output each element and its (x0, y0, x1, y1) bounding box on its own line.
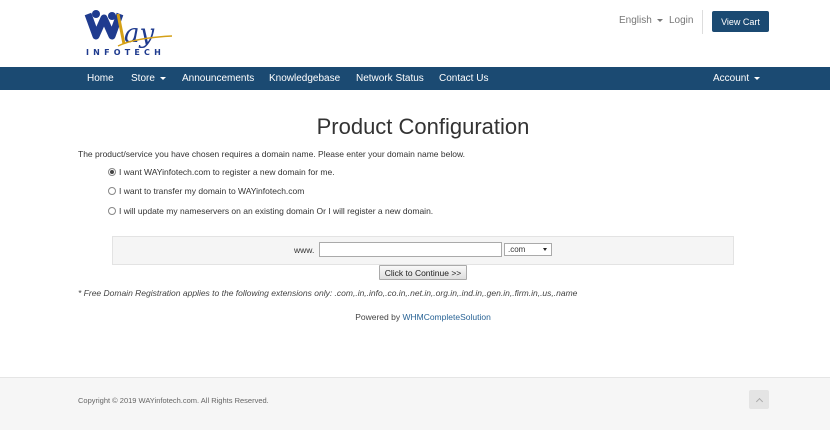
domain-input[interactable] (319, 242, 502, 257)
nav-home[interactable]: Home (87, 73, 114, 84)
nav-account-label: Account (713, 73, 750, 84)
svg-text:ay: ay (124, 19, 155, 49)
nav-knowledgebase[interactable]: Knowledgebase (269, 73, 340, 84)
language-label: English (619, 15, 652, 26)
radio-register[interactable] (108, 168, 116, 176)
radio-transfer[interactable] (108, 187, 116, 195)
free-domain-note: * Free Domain Registration applies to th… (78, 288, 578, 298)
nav-account[interactable]: Account (713, 73, 761, 84)
page-title: Product Configuration (316, 114, 530, 139)
copyright-text: Copyright © 2019 WAYinfotech.com. All Ri… (78, 396, 269, 405)
header-divider (702, 10, 703, 34)
chevron-down-icon (754, 76, 761, 80)
whmcs-link[interactable]: WHMCompleteSolution (402, 312, 490, 322)
option-transfer[interactable]: I want to transfer my domain to WAYinfot… (108, 186, 304, 196)
view-cart-button[interactable]: View Cart (712, 11, 769, 32)
main-navbar: Home Store Announcements Knowledgebase N… (0, 67, 830, 90)
continue-button[interactable]: Click to Continue >> (379, 265, 467, 280)
nav-store[interactable]: Store (131, 73, 166, 84)
intro-text: The product/service you have chosen requ… (78, 149, 465, 159)
option-nameservers-label: I will update my nameservers on an exist… (119, 206, 434, 216)
option-transfer-label: I want to transfer my domain to WAYinfot… (119, 186, 305, 196)
option-nameservers[interactable]: I will update my nameservers on an exist… (108, 206, 433, 216)
option-register[interactable]: I want WAYinfotech.com to register a new… (108, 167, 335, 177)
nav-announcements[interactable]: Announcements (182, 73, 254, 84)
chevron-up-icon (755, 397, 763, 405)
radio-nameservers[interactable] (108, 207, 116, 215)
powered-by-prefix: Powered by (355, 312, 401, 322)
back-to-top-button[interactable] (749, 390, 769, 409)
tld-select[interactable]: .com (504, 243, 552, 256)
nav-network-status[interactable]: Network Status (356, 73, 424, 84)
language-dropdown[interactable]: English (619, 15, 663, 26)
www-label: www. (294, 245, 315, 255)
option-register-label: I want WAYinfotech.com to register a new… (119, 167, 335, 177)
nav-contact-us[interactable]: Contact Us (439, 73, 488, 84)
dropdown-arrow-icon (543, 248, 547, 251)
chevron-down-icon (159, 76, 166, 80)
powered-by: Powered by WHMCompleteSolution (0, 312, 830, 322)
logo-subtitle: INFOTECH (86, 48, 166, 57)
login-link[interactable]: Login (669, 15, 693, 26)
tld-selected-value: .com (508, 245, 526, 254)
chevron-down-icon (656, 18, 663, 22)
nav-store-label: Store (131, 73, 155, 84)
